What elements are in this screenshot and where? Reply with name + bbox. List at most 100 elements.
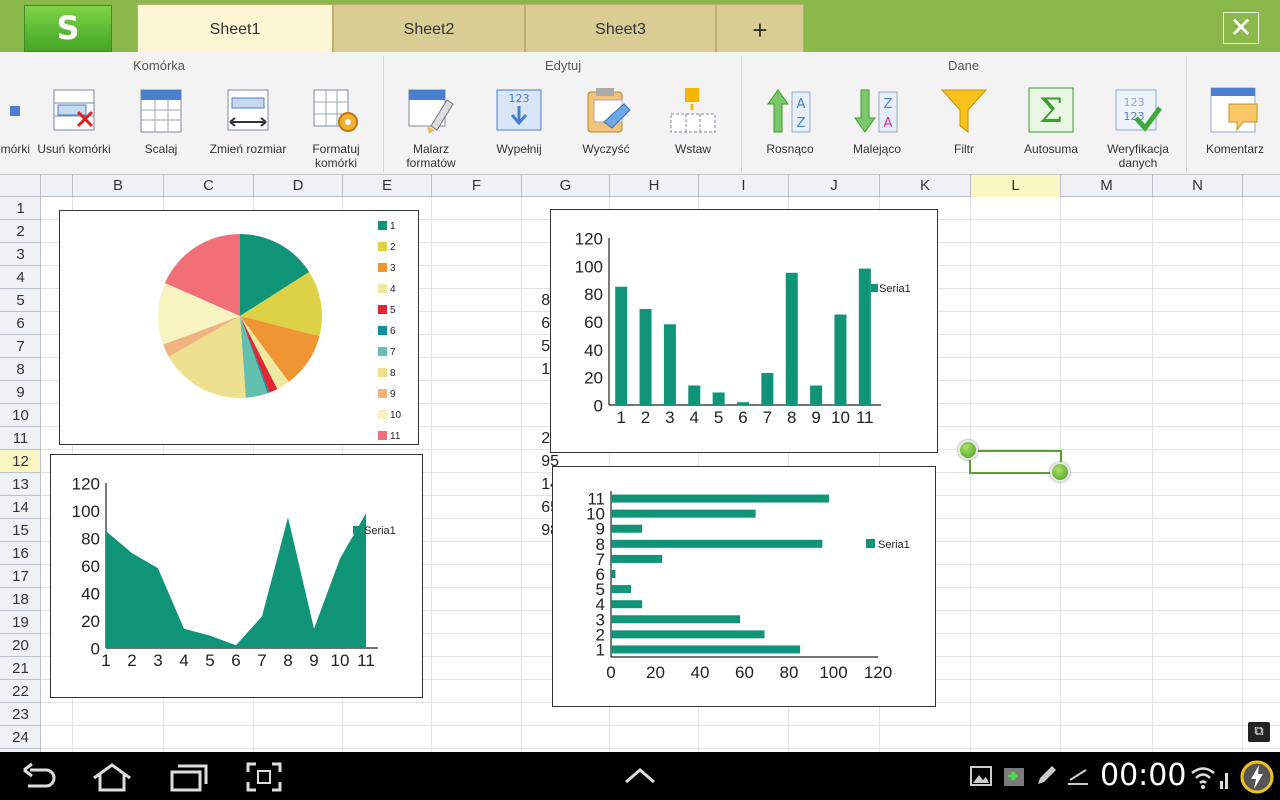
cell-value[interactable]: 14 [473,473,561,496]
column-header[interactable] [1243,175,1280,197]
cell-value[interactable]: 23 [473,427,561,450]
selection-handle-start[interactable] [958,440,978,460]
row-header-selected[interactable]: 12 [0,450,40,473]
row-header[interactable]: 9 [0,381,40,404]
app-logo[interactable]: S [24,5,112,52]
row-header[interactable]: 4 [0,266,40,289]
row-header[interactable]: 18 [0,588,40,611]
tab-sheet3[interactable]: Sheet3 [525,4,716,52]
cell-value[interactable]: 69 [473,312,561,335]
column-header[interactable]: M [1061,175,1153,197]
pie-chart[interactable]: 1 2 3 4 5 6 7 8 9 10 11 [59,210,419,445]
cell-value[interactable]: 85 [473,289,561,312]
format-cells-button[interactable]: Formatuj komórki [296,86,376,170]
sort-descending-button[interactable]: ZA Malejąco [837,86,917,156]
filter-button[interactable]: Filtr [924,86,1004,156]
format-painter-button[interactable]: Malarz formatów [391,86,471,170]
horizontal-bar-chart[interactable]: 1 2 3 4 5 6 7 8 9 10 11 0 20 40 60 80 100 120 Seria1 [552,466,936,707]
sheet-grid[interactable]: 85695814922395146598 1234567891011 02040… [41,197,1280,752]
row-header[interactable]: 11 [0,427,40,450]
legend-swatch [378,242,387,251]
row-header[interactable]: 8 [0,358,40,381]
resize-button[interactable]: Zmień rozmiar [208,86,288,156]
bar [611,570,616,578]
tab-sheet1[interactable]: Sheet1 [137,4,333,52]
row-header[interactable]: 23 [0,703,40,726]
row-header[interactable]: 14 [0,496,40,519]
selection-handle-end[interactable] [1050,462,1070,482]
column-header[interactable]: G [522,175,610,197]
screenshot-icon[interactable] [246,762,282,792]
column-header[interactable]: C [164,175,254,197]
row-header[interactable]: 13 [0,473,40,496]
cell-value[interactable]: 58 [473,335,561,358]
back-icon[interactable] [20,762,58,792]
column-header[interactable]: E [343,175,432,197]
data-validation-button[interactable]: 123 123 Weryfikacja danych [1098,86,1178,170]
recent-apps-icon[interactable] [170,762,208,792]
column-header[interactable]: I [699,175,789,197]
bar [611,494,830,503]
x-tick-label: 9 [309,651,318,670]
column-header[interactable]: H [610,175,699,197]
column-header[interactable]: D [254,175,343,197]
close-button[interactable]: ✕ [1223,12,1259,44]
insert-cells-button[interactable]: mórki [0,86,38,156]
home-icon[interactable] [92,762,132,792]
column-header[interactable] [41,175,73,197]
delete-cells-button[interactable]: Usuń komórki [34,86,114,156]
restore-window-button[interactable]: ⧉ [1248,722,1270,742]
row-header[interactable]: 7 [0,335,40,358]
x-tick-label: 11 [856,408,874,427]
cell-selection[interactable] [969,450,1062,474]
merge-button[interactable]: Scalaj [121,86,201,156]
row-header[interactable]: 19 [0,611,40,634]
fill-button[interactable]: 123 Wypełnij [479,86,559,156]
button-label: Usuń komórki [37,142,111,156]
cell-value[interactable]: 95 [473,450,561,473]
row-header[interactable]: 24 [0,726,40,749]
cell-value[interactable]: 9 [473,381,561,404]
row-header[interactable]: 3 [0,243,40,266]
cell-value[interactable]: 2 [473,404,561,427]
chevron-up-icon[interactable] [624,766,656,786]
merge-icon [140,89,182,133]
legend-label: 6 [390,326,396,337]
column-header[interactable]: B [73,175,164,197]
row-header[interactable]: 1 [0,197,40,220]
insert-button[interactable]: Wstaw [653,86,733,156]
cell-value[interactable]: 14 [473,358,561,381]
column-header-selected[interactable]: L [971,175,1061,197]
row-header[interactable]: 16 [0,542,40,565]
row-header[interactable]: 21 [0,657,40,680]
bar-chart[interactable]: 0 20 40 60 80 100 120 1 2 3 4 5 6 7 8 9 10 11 Seria1 [550,209,938,453]
cell-value[interactable]: 65 [473,496,561,519]
row-header[interactable]: 5 [0,289,40,312]
sort-ascending-button[interactable]: AZ Rosnąco [750,86,830,156]
select-all-corner[interactable] [0,175,41,197]
area-chart[interactable]: 0 20 40 60 80 100 120 1 2 3 4 5 6 7 8 9 10 11 Seria1 [50,454,423,698]
cell-value[interactable]: 98 [473,519,561,542]
row-header[interactable]: 22 [0,680,40,703]
bar [611,645,801,654]
row-header[interactable]: 15 [0,519,40,542]
legend-label: Seria1 [879,283,911,295]
row-header[interactable]: 6 [0,312,40,335]
sort-ascending-icon: AZ [767,89,811,133]
column-header[interactable]: F [432,175,522,197]
button-label: Rosnąco [766,142,814,156]
clear-button[interactable]: Wyczyść [566,86,646,156]
add-sheet-button[interactable]: + [716,4,804,52]
row-header[interactable]: 20 [0,634,40,657]
column-header[interactable]: N [1153,175,1243,197]
autosum-button[interactable]: Σ Autosuma [1011,86,1091,156]
x-tick-label: 4 [179,651,188,670]
row-header[interactable]: 10 [0,404,40,427]
row-header[interactable]: 17 [0,565,40,588]
column-header[interactable]: J [789,175,880,197]
comment-button[interactable]: Komentarz [1195,86,1275,156]
column-header[interactable]: K [880,175,971,197]
row-header[interactable]: 2 [0,220,40,243]
tab-sheet2[interactable]: Sheet2 [333,4,525,52]
column-headers: B C D E F G H I J K L M N [0,175,1280,197]
